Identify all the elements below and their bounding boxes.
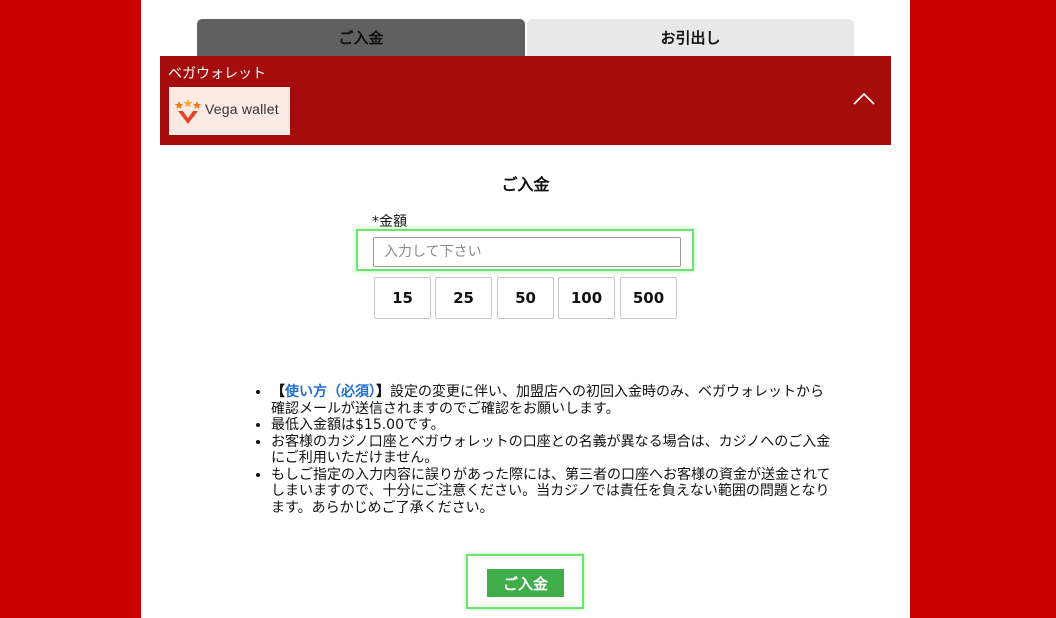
preset-amount-500[interactable]: 500 — [620, 277, 677, 319]
amount-input[interactable] — [373, 237, 681, 267]
right-background — [910, 0, 1056, 618]
tab-withdraw[interactable]: お引出し — [527, 19, 854, 56]
list-item: 最低入金額は$15.00です。 — [271, 417, 831, 434]
note-text: お客様のカジノ口座とベガウォレットの口座との名義が異なる場合は、カジノへのご入金… — [271, 433, 831, 467]
list-item: もしご指定の入力内容に誤りがあった際には、第三者の口座へお客様の資金が送金されて… — [271, 467, 831, 517]
submit-highlight: ご入金 — [466, 554, 584, 609]
vega-stars-icon — [174, 99, 202, 124]
chevron-up-icon[interactable] — [852, 90, 876, 106]
vega-wallet-logo-text: Vega wallet — [205, 101, 279, 117]
preset-amount-50[interactable]: 50 — [497, 277, 554, 319]
preset-amount-100[interactable]: 100 — [558, 277, 615, 319]
preset-amount-15[interactable]: 15 — [374, 277, 431, 319]
tab-withdraw-label: お引出し — [660, 29, 721, 47]
preset-amount-label: 25 — [453, 289, 474, 307]
tab-deposit-label: ご入金 — [338, 29, 384, 47]
preset-amount-label: 15 — [392, 289, 413, 307]
notes-list: 【使い方（必須）】設定の変更に伴い、加盟店への初回入金時のみ、ベガウォレットから… — [251, 384, 831, 516]
left-background — [0, 0, 141, 618]
wallet-header[interactable]: ベガウォレット Vega wallet — [160, 56, 891, 145]
note-bracket-open: 【 — [271, 384, 285, 400]
usage-required-link[interactable]: 使い方（必須） — [285, 384, 376, 400]
tab-deposit[interactable]: ご入金 — [197, 19, 525, 56]
note-text: もしご指定の入力内容に誤りがあった際には、第三者の口座へお客様の資金が送金されて… — [271, 466, 831, 516]
deposit-submit-button[interactable]: ご入金 — [487, 569, 564, 597]
preset-amount-label: 50 — [515, 289, 536, 307]
note-bracket-close: 】 — [376, 384, 390, 400]
note-text: 最低入金額は$15.00です。 — [271, 417, 445, 433]
section-title: ご入金 — [501, 175, 550, 194]
wallet-name: ベガウォレット — [168, 66, 266, 82]
list-item: お客様のカジノ口座とベガウォレットの口座との名義が異なる場合は、カジノへのご入金… — [271, 434, 831, 467]
preset-amount-label: 100 — [570, 289, 603, 307]
list-item: 【使い方（必須）】設定の変更に伴い、加盟店への初回入金時のみ、ベガウォレットから… — [271, 384, 831, 417]
preset-amount-label: 500 — [632, 289, 665, 307]
vega-wallet-logo: Vega wallet — [169, 87, 290, 135]
deposit-panel: ご入金 お引出し ベガウォレット Vega wallet ご入金 *金額 15 … — [141, 0, 910, 618]
amount-label: *金額 — [372, 214, 407, 230]
preset-amount-25[interactable]: 25 — [435, 277, 492, 319]
amount-input-highlight — [356, 229, 694, 271]
